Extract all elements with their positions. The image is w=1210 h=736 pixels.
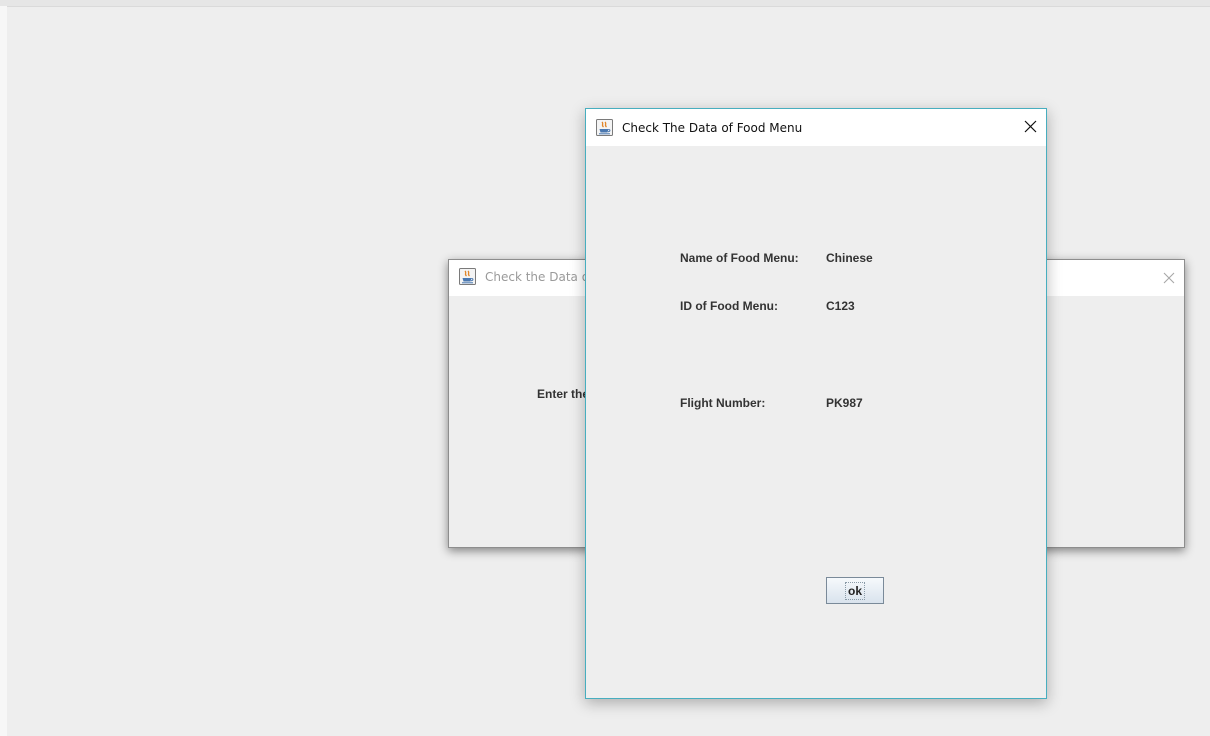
food-id-value: C123 xyxy=(826,299,855,313)
java-app-icon xyxy=(596,119,613,136)
window-top-edge xyxy=(0,0,1210,7)
food-id-label: ID of Food Menu: xyxy=(680,299,778,313)
app-window: Check the Data of Food Menu Enter the Ch… xyxy=(0,0,1210,736)
dialog-titlebar[interactable]: Check The Data of Food Menu xyxy=(586,109,1046,146)
java-app-icon xyxy=(459,268,476,285)
ok-button-label: ok xyxy=(844,581,865,600)
background-dialog-prompt: Enter the xyxy=(537,387,590,401)
food-name-value: Chinese xyxy=(826,251,873,265)
window-left-edge xyxy=(0,6,7,736)
food-name-label: Name of Food Menu: xyxy=(680,251,799,265)
dialog-title: Check The Data of Food Menu xyxy=(622,121,803,135)
close-icon[interactable] xyxy=(1016,109,1046,146)
flight-number-label: Flight Number: xyxy=(680,396,766,410)
food-menu-dialog[interactable]: Check The Data of Food Menu Name of Food… xyxy=(585,108,1047,699)
background-close-icon[interactable] xyxy=(1154,260,1184,296)
ok-button[interactable]: ok xyxy=(826,577,884,604)
flight-number-value: PK987 xyxy=(826,396,863,410)
